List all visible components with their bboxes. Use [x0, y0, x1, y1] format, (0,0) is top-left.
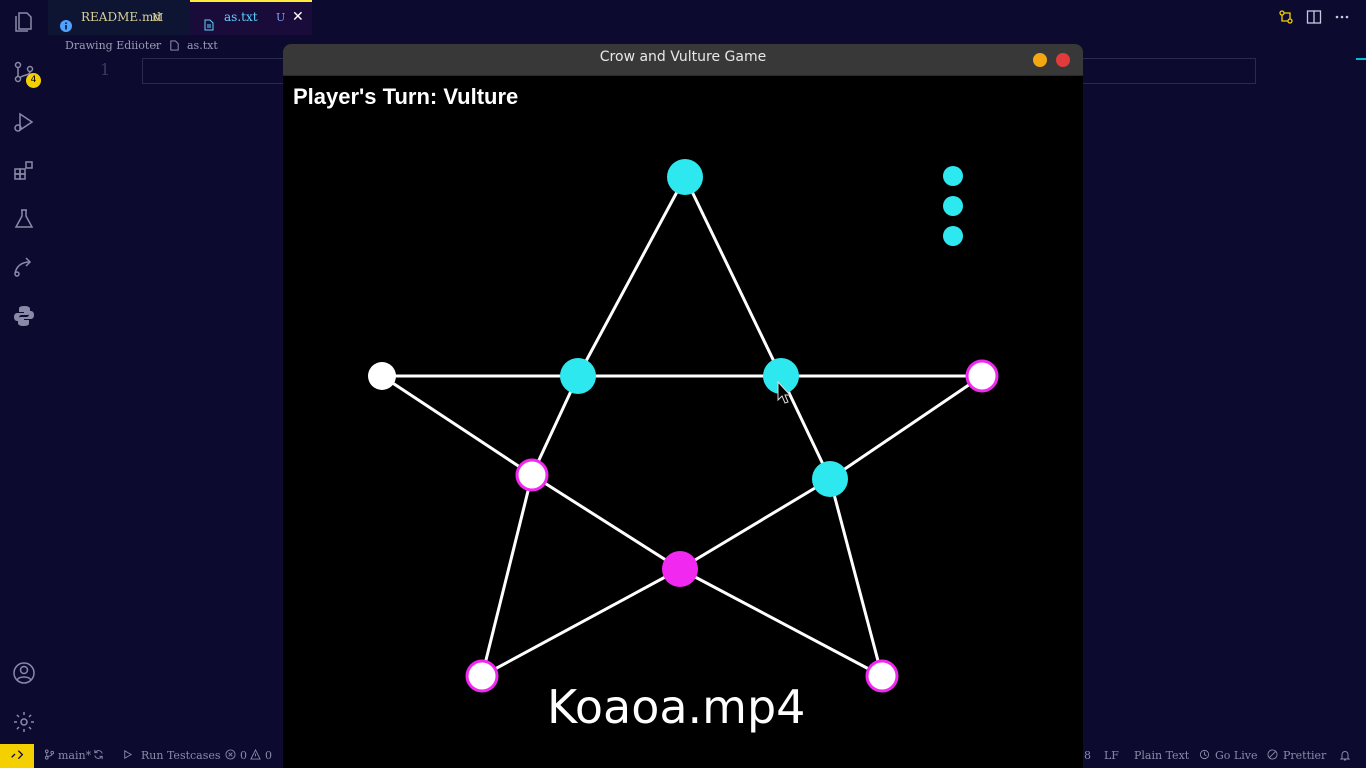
board-node-inner-top-left[interactable] [560, 358, 596, 394]
board-edge-inner-bottom-bottom-right [679, 567, 883, 678]
remote-icon [11, 750, 24, 760]
more-actions-icon[interactable] [1334, 9, 1350, 25]
branch-name[interactable]: main* [58, 749, 91, 762]
tab-as-untracked-mark: U [276, 11, 286, 24]
tab-as-txt[interactable]: as.txt U ✕ [190, 0, 312, 35]
reserve-crow [943, 226, 963, 246]
line-number: 1 [100, 60, 111, 79]
file-icon [203, 12, 215, 31]
language-mode[interactable]: Plain Text [1134, 749, 1189, 762]
breadcrumb-chevron-icon: › [153, 39, 158, 52]
python-icon[interactable] [12, 304, 36, 328]
accounts-icon[interactable] [12, 661, 36, 685]
game-window-title: Crow and Vulture Game [599, 49, 767, 65]
reserve-crow [943, 166, 963, 186]
board-edge-top-inner-top-right [683, 176, 783, 377]
board-edge-inner-left-inner-bottom [531, 473, 681, 571]
board-node-bottom-left[interactable] [465, 659, 499, 693]
sync-icon[interactable] [93, 749, 104, 763]
compare-changes-icon[interactable] [1278, 9, 1294, 25]
go-live-button[interactable]: Go Live [1215, 749, 1257, 762]
board-edge-left-inner-left [381, 374, 533, 477]
board-edge-inner-right-inner-bottom [679, 477, 831, 571]
board-edge-inner-left-bottom-left [480, 474, 534, 677]
remote-indicator[interactable] [0, 744, 34, 768]
line-ending[interactable]: LF [1104, 749, 1119, 762]
settings-gear-icon[interactable] [12, 710, 36, 734]
game-window[interactable]: Crow and Vulture Game Player's Turn: Vul… [283, 44, 1083, 768]
info-icon [60, 11, 72, 32]
minimize-button[interactable] [1033, 53, 1047, 67]
source-control-badge: 4 [26, 73, 41, 88]
split-editor-icon[interactable] [1306, 9, 1322, 25]
game-board[interactable] [283, 75, 1083, 768]
board-node-left[interactable] [368, 362, 396, 390]
board-nodes [368, 159, 999, 693]
run-testcases-button[interactable]: Run Testcases [141, 749, 221, 762]
prettier-icon [1267, 749, 1278, 763]
prettier-status[interactable]: Prettier [1283, 749, 1326, 762]
reserve-crow [943, 196, 963, 216]
crow-reserve [943, 166, 963, 246]
board-node-inner-left[interactable] [515, 458, 549, 492]
notifications-bell-icon[interactable] [1339, 749, 1351, 764]
remote-explorer-icon[interactable] [12, 255, 36, 279]
testing-icon[interactable] [12, 207, 36, 231]
extensions-icon[interactable] [12, 158, 36, 182]
board-edge-top-inner-top-left [576, 176, 687, 377]
board-node-inner-bottom[interactable] [662, 551, 698, 587]
warning-icon [250, 748, 261, 763]
error-count[interactable]: 0 [240, 749, 247, 762]
breadcrumb-file-icon [169, 40, 180, 54]
video-watermark: Koaoa.mp4 [547, 680, 806, 734]
tab-close-icon[interactable]: ✕ [292, 2, 304, 33]
scrollbar-marker [1356, 58, 1366, 60]
breadcrumb-file[interactable]: as.txt [187, 39, 218, 52]
board-node-top[interactable] [667, 159, 703, 195]
close-button[interactable] [1056, 53, 1070, 67]
branch-icon [44, 749, 55, 763]
tab-readme[interactable]: README.md M [48, 0, 190, 35]
board-node-right[interactable] [965, 359, 999, 393]
board-node-inner-right[interactable] [812, 461, 848, 497]
status-partial-item[interactable]: 8 [1084, 749, 1091, 762]
board-edge-inner-right-bottom-right [828, 478, 884, 677]
tab-readme-label: README.md [81, 10, 162, 24]
go-live-icon [1199, 749, 1210, 763]
board-lines [381, 176, 983, 678]
board-edge-right-inner-right [829, 374, 983, 481]
explorer-icon[interactable] [12, 10, 36, 34]
run-testcases-icon [122, 749, 133, 763]
warning-count[interactable]: 0 [265, 749, 272, 762]
activity-bar: 4 [0, 0, 48, 744]
board-node-bottom-right[interactable] [865, 659, 899, 693]
error-icon [225, 749, 236, 763]
breadcrumb-folder[interactable]: Drawing Ediioter [65, 39, 161, 52]
tab-readme-modified-mark: M [152, 11, 164, 24]
run-debug-icon[interactable] [12, 110, 36, 134]
tab-bar: README.md M as.txt U ✕ [48, 0, 1366, 35]
board-edge-inner-bottom-bottom-left [481, 567, 681, 678]
game-titlebar[interactable]: Crow and Vulture Game [283, 44, 1083, 76]
tab-as-label: as.txt [224, 10, 258, 24]
